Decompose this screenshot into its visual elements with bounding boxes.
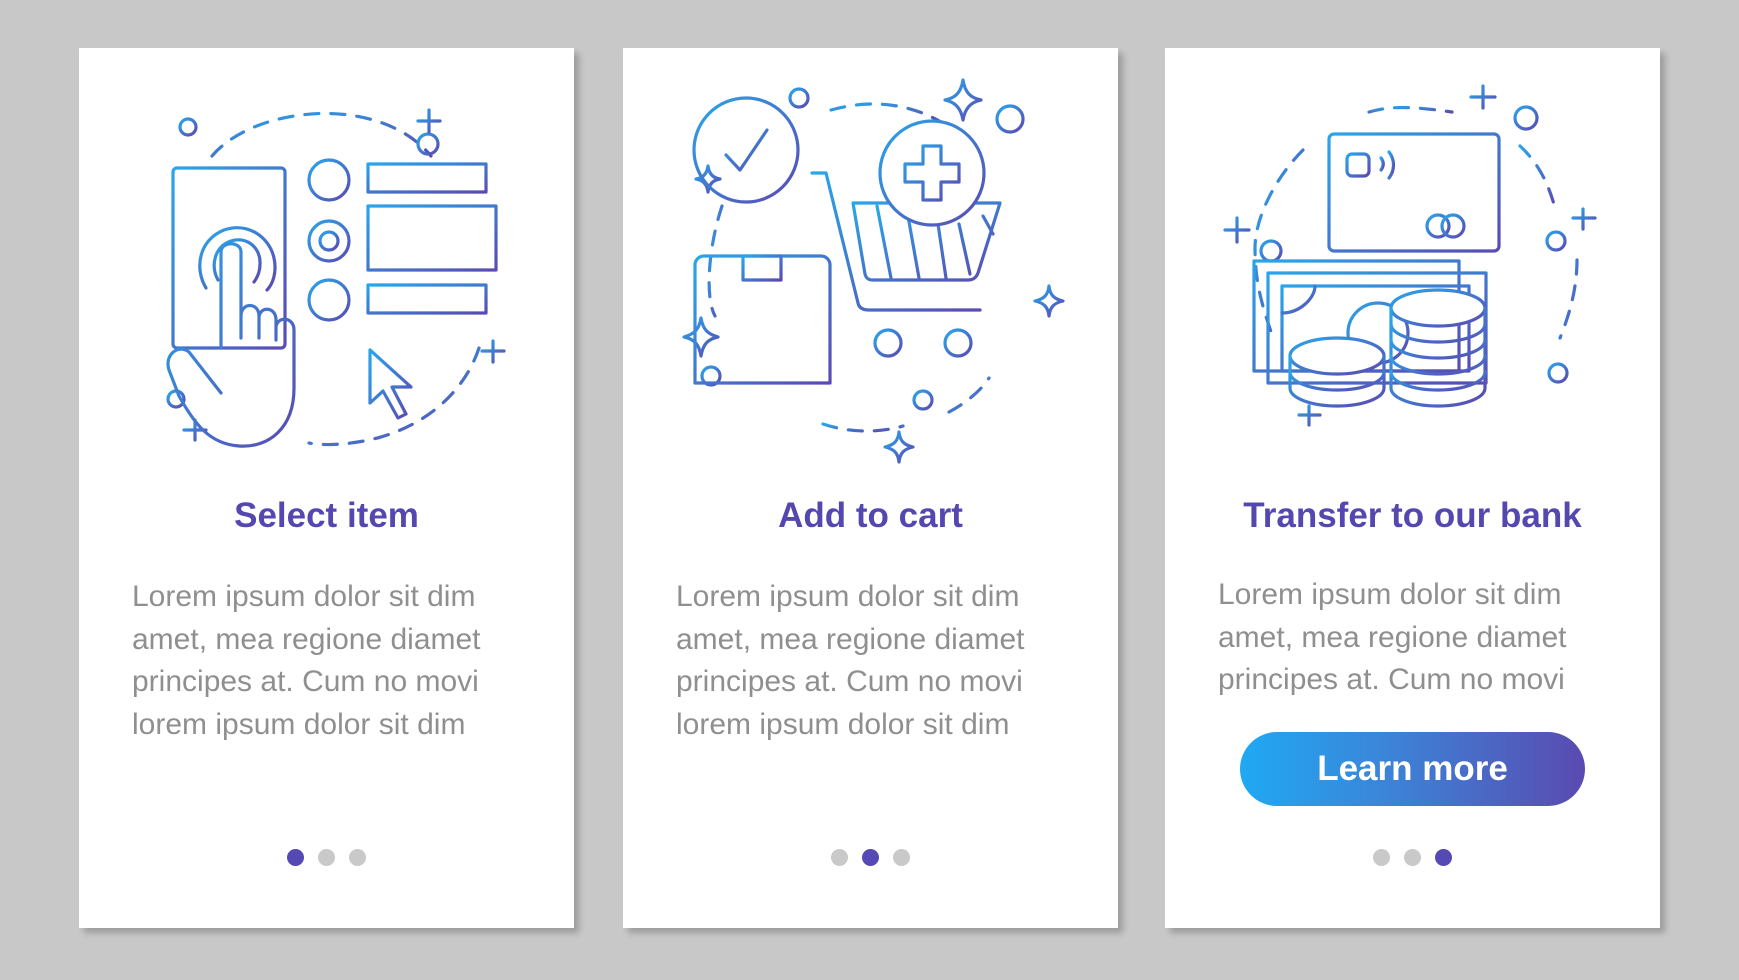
decor-plus [416, 108, 442, 134]
screen-description: Lorem ipsum dolor sit dim amet, mea regi… [1218, 578, 1567, 696]
dashed-orbit [210, 111, 433, 158]
cursor-arrow-icon [368, 348, 413, 420]
radio-buttons-icon [307, 158, 351, 322]
screen-title: Transfer to our bank [1243, 496, 1582, 535]
screen-title: Add to cart [778, 496, 963, 535]
select-item-illustration [166, 108, 506, 448]
pagination-dot[interactable] [349, 849, 366, 866]
pagination-dot-active[interactable] [287, 849, 304, 866]
onboarding-screen-transfer-to-bank: Transfer to our bank Lorem ipsum dolor s… [1165, 48, 1660, 928]
pagination-dot[interactable] [1404, 849, 1421, 866]
pagination-dot[interactable] [318, 849, 335, 866]
onboarding-screen-select-item: Select item Lorem ipsum dolor sit dim am… [79, 48, 574, 928]
pagination-dot[interactable] [831, 849, 848, 866]
plus-circle-icon [878, 119, 986, 227]
smartphone-icon [171, 166, 287, 350]
add-to-cart-illustration [682, 78, 1065, 464]
screen-description: Lorem ipsum dolor sit dim amet, mea regi… [676, 580, 1025, 741]
credit-card-icon [1327, 132, 1501, 253]
sparkle-icon [943, 78, 983, 122]
pagination-dot[interactable] [893, 849, 910, 866]
pagination-dots [79, 849, 574, 867]
pagination-dots [1165, 849, 1660, 867]
learn-more-button[interactable]: Learn more [1240, 732, 1585, 806]
pagination-dot-active[interactable] [862, 849, 879, 866]
decor-circle [178, 117, 198, 137]
check-circle-icon [692, 96, 800, 204]
form-fields-icon [366, 162, 498, 315]
screen-title: Select item [234, 496, 419, 535]
pagination-dots [623, 849, 1118, 867]
pagination-dot-active[interactable] [1435, 849, 1452, 866]
bank-transfer-illustration [1223, 84, 1597, 427]
coin-stack-icon [1288, 288, 1487, 408]
pagination-dot[interactable] [1373, 849, 1390, 866]
onboarding-screen-add-to-cart: Add to cart Lorem ipsum dolor sit dim am… [623, 48, 1118, 928]
screen-description: Lorem ipsum dolor sit dim amet, mea regi… [132, 580, 481, 741]
package-box-icon [693, 254, 832, 385]
